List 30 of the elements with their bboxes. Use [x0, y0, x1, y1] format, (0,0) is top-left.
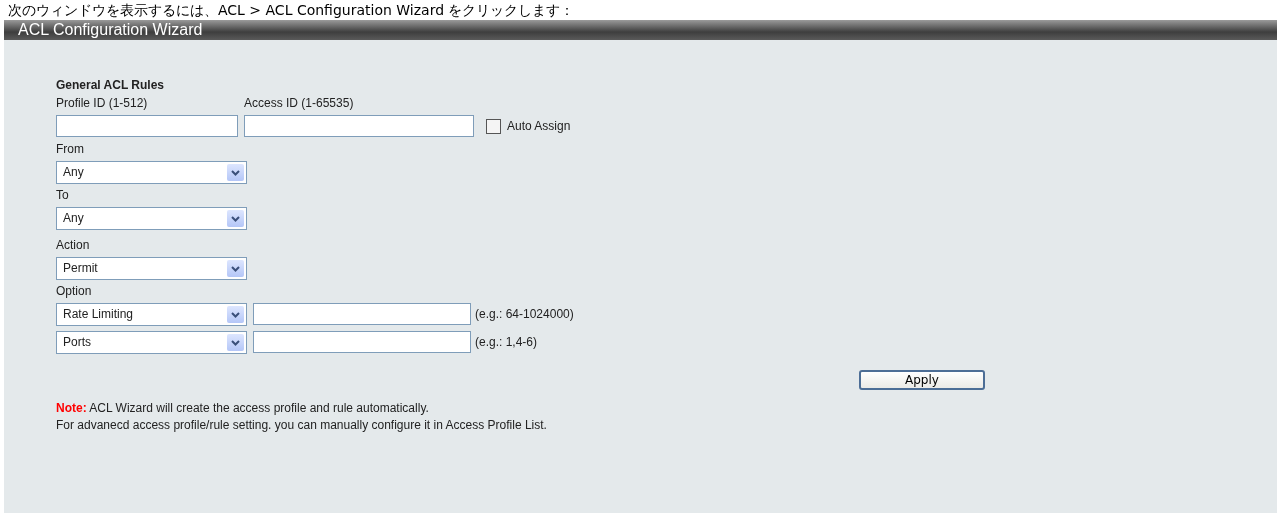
field-label: Action	[56, 237, 91, 254]
caption-text: 次のウィンドウを表示するには、ACL > ACL Configuration Wizard をクリックします：	[7, 1, 575, 20]
input-field[interactable]	[244, 115, 474, 137]
dropdown[interactable]: Ports	[56, 330, 247, 354]
hint-text: (e.g.: 1,4-6)	[475, 335, 538, 349]
checkbox-label: Auto Assign	[507, 119, 571, 133]
field-label: Access ID (1-65535)	[244, 95, 354, 112]
checkbox[interactable]	[486, 118, 501, 134]
chevron-down-icon	[227, 259, 244, 277]
window-title: ACL Configuration Wizard	[4, 20, 1277, 40]
section-title: General ACL Rules	[56, 77, 166, 94]
dropdown[interactable]: Any	[56, 160, 247, 184]
apply-button[interactable]: Apply	[859, 370, 985, 390]
chevron-down-icon	[227, 333, 244, 351]
note-text: Note: ACL Wizard will create the access profile and rule automatically.	[56, 400, 430, 417]
field-label: To	[56, 187, 70, 204]
note-text: For advanecd access profile/rule setting. you can manually configure it in Access Profile List.	[56, 417, 548, 434]
input-field[interactable]	[253, 331, 471, 353]
chevron-down-icon	[227, 209, 244, 227]
field-label: Option	[56, 283, 93, 300]
input-field[interactable]	[253, 303, 471, 325]
input-field[interactable]	[56, 115, 238, 137]
chevron-down-icon	[227, 163, 244, 181]
chevron-down-icon	[227, 305, 244, 323]
dropdown[interactable]: Any	[56, 206, 247, 230]
field-label: From	[56, 141, 85, 158]
dropdown[interactable]: Rate Limiting	[56, 302, 247, 326]
field-label: Profile ID (1-512)	[56, 95, 149, 112]
dropdown[interactable]: Permit	[56, 256, 247, 280]
hint-text: (e.g.: 64-1024000)	[475, 307, 574, 321]
